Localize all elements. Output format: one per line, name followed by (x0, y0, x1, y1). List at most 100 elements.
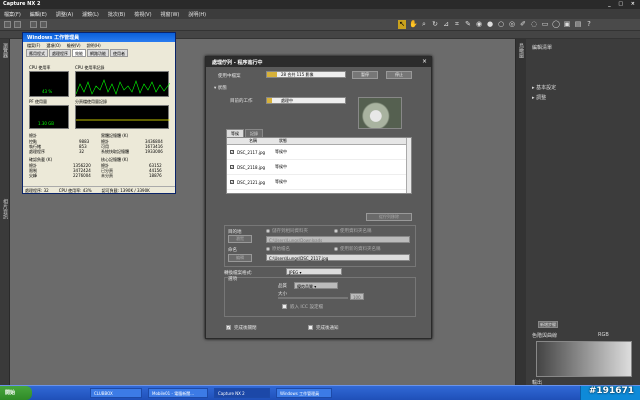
taskbar-item-mobile01[interactable]: Mobile01 - 電腦新聞... (148, 388, 208, 398)
header-name[interactable]: 名稱 (249, 138, 279, 144)
current-task-label: 目前的工作 (230, 99, 253, 104)
file-status: 等候中 (275, 164, 287, 169)
help-icon[interactable]: ? (585, 20, 593, 29)
browse-button[interactable]: 瀏覽 (228, 235, 252, 243)
in-use-label: 使用中檔案 (218, 74, 241, 79)
edit-list-item-basic[interactable]: ▸ 基本設定 (532, 84, 556, 91)
white-point-icon[interactable]: ○ (497, 20, 505, 29)
tab-processes[interactable]: 處理程序 (49, 49, 71, 57)
totals-processes-value: 32 (79, 149, 85, 154)
gradient-tool-icon[interactable]: ▤ (574, 20, 582, 29)
cpu-history-graph (75, 71, 171, 97)
table-row[interactable]: ✓ DSC_2121.jpg 等候中 (227, 175, 411, 190)
size-slider[interactable] (278, 297, 348, 299)
save-icon[interactable] (40, 21, 47, 28)
levels-curves-header[interactable]: 色階與曲線 (532, 332, 557, 339)
format-select[interactable]: JPEG ▾ (286, 268, 342, 275)
header-status[interactable]: 狀態 (279, 138, 287, 144)
task-manager-title: Windows 工作管理員 (23, 33, 175, 42)
menu-adjust[interactable]: 調整(A) (56, 11, 73, 18)
zoom-tool-icon[interactable]: ⌕ (420, 20, 428, 29)
channel-select[interactable]: RGB (598, 332, 609, 338)
menu-view[interactable]: 檢視(V) (134, 11, 151, 18)
tm-menu-help[interactable]: 說明(H) (87, 43, 101, 48)
tab-applications[interactable]: 應用程式 (26, 49, 48, 57)
taskbar-item-clubbox[interactable]: CLUBBOX (90, 388, 142, 398)
template-name-radio[interactable] (334, 247, 338, 251)
edit-list-header[interactable]: 編輯清單 (532, 44, 552, 51)
control-point-icon[interactable]: ◉ (475, 20, 483, 29)
remove-from-queue-button[interactable]: 從佇列移除 (366, 213, 412, 221)
row-checkbox[interactable]: ✓ (230, 150, 234, 154)
levels-gradient[interactable] (536, 341, 632, 377)
processing-queue-dialog[interactable]: 處理佇列 - 程序進行中 × 使用中檔案 28 合共 115 影像 暫停 停止 … (205, 56, 432, 339)
file-list-scrollbar[interactable] (406, 138, 411, 193)
row-checkbox[interactable]: ✓ (230, 180, 234, 184)
rename-edit-button[interactable]: 編輯 (228, 254, 252, 262)
embed-icc-label: 嵌入 ICC 設定檔 (290, 305, 323, 310)
browser-icon[interactable] (4, 21, 11, 28)
start-button[interactable]: 開始 (0, 386, 32, 400)
notify-on-finish-checkbox[interactable] (308, 325, 313, 330)
sidebar-tab-browser[interactable]: 瀏覽器 (2, 43, 9, 58)
menu-edit[interactable]: 編輯(E) (30, 11, 47, 18)
eyedropper-tool-icon[interactable]: ✎ (464, 20, 472, 29)
windows-taskbar: 開始 CLUBBOX Mobile01 - 電腦新聞... Capture NX… (0, 385, 640, 400)
tab-networking[interactable]: 網路功能 (87, 49, 109, 57)
brush-tool-icon[interactable]: ✐ (519, 20, 527, 29)
tm-menu-view[interactable]: 檢視(V) (67, 43, 81, 48)
task-manager-window[interactable]: Windows 工作管理員 檔案(F) 選項(O) 檢視(V) 說明(H) 應用… (22, 32, 176, 194)
file-name: DSC_2117.jpg (237, 149, 266, 155)
destination-path-field[interactable]: C:\Users\Lungs\Downloads (266, 236, 410, 243)
stop-button[interactable]: 停止 (386, 71, 412, 79)
size-value-field[interactable]: 100 (350, 293, 364, 300)
tab-performance[interactable]: 效能 (72, 49, 86, 57)
open-icon[interactable] (30, 21, 37, 28)
marquee-tool-icon[interactable]: ▭ (541, 20, 549, 29)
quality-select[interactable]: 優良品質 ▾ (294, 282, 338, 289)
tab-users[interactable]: 使用者 (110, 49, 128, 57)
right-panel-side: 鳥瞰圖 (516, 39, 526, 385)
new-step-button[interactable]: 新增步驟 (538, 321, 558, 328)
same-folder-radio[interactable] (266, 229, 270, 233)
original-name-label: 原始檔名 (272, 247, 290, 252)
menu-window[interactable]: 視窗(W) (161, 11, 180, 18)
menu-batch[interactable]: 批次(B) (108, 11, 125, 18)
window-controls[interactable]: _ □ × (608, 1, 638, 7)
straighten-tool-icon[interactable]: ⊿ (442, 20, 450, 29)
crop-tool-icon[interactable]: ⌗ (453, 20, 461, 29)
taskbar-item-capture-nx[interactable]: Capture NX 2 (214, 388, 270, 398)
pause-button[interactable]: 暫停 (352, 71, 378, 79)
queue-file-list[interactable]: 名稱 狀態 ✓ DSC_2117.jpg 等候中 ✓ DSC_2118.jpg … (226, 137, 412, 194)
taskbar-item-task-manager[interactable]: Windows 工作管理員 (276, 388, 332, 398)
tm-menu-options[interactable]: 選項(O) (46, 43, 60, 48)
original-name-radio[interactable] (266, 247, 270, 251)
red-eye-tool-icon[interactable]: ◎ (508, 20, 516, 29)
kernel-nonpaged-label: 未分頁 (101, 173, 113, 178)
edit-list-item-adjust[interactable]: ▸ 調整 (532, 94, 546, 101)
table-row[interactable]: ✓ DSC_2117.jpg 等候中 (227, 145, 411, 160)
embed-icc-checkbox[interactable] (282, 304, 287, 309)
rename-path-field[interactable]: C:\Users\Lungs\DSC_2117.jpg (266, 254, 410, 261)
black-point-icon[interactable]: ● (486, 20, 494, 29)
pointer-tool-icon[interactable]: ↖ (398, 20, 406, 29)
menu-help[interactable]: 說明(H) (188, 11, 206, 18)
window-titlebar: Capture NX 2 _ □ × (0, 0, 640, 9)
rotate-tool-icon[interactable]: ↻ (431, 20, 439, 29)
tm-menu-file[interactable]: 檔案(F) (27, 43, 40, 48)
lasso-tool-icon[interactable]: ◌ (530, 20, 538, 29)
queue-progress-bar: 28 合共 115 影像 (266, 71, 346, 78)
close-on-finish-checkbox[interactable]: ✓ (226, 325, 231, 330)
ellipse-tool-icon[interactable]: ◯ (552, 20, 560, 29)
fill-tool-icon[interactable]: ▣ (563, 20, 571, 29)
menu-filter[interactable]: 濾鏡(L) (82, 11, 99, 18)
close-icon[interactable]: × (422, 58, 427, 65)
hand-tool-icon[interactable]: ✋ (409, 20, 418, 29)
folder-name-radio[interactable] (334, 229, 338, 233)
menu-file[interactable]: 檔案(F) (4, 11, 21, 18)
birdseye-tab[interactable]: 鳥瞰圖 (518, 43, 525, 58)
sidebar-tab-photo-info[interactable]: 相片資訊 (2, 199, 9, 219)
viewer-icon[interactable] (14, 21, 21, 28)
table-row[interactable]: ✓ DSC_2118.jpg 等候中 (227, 160, 411, 175)
row-checkbox[interactable]: ✓ (230, 165, 234, 169)
